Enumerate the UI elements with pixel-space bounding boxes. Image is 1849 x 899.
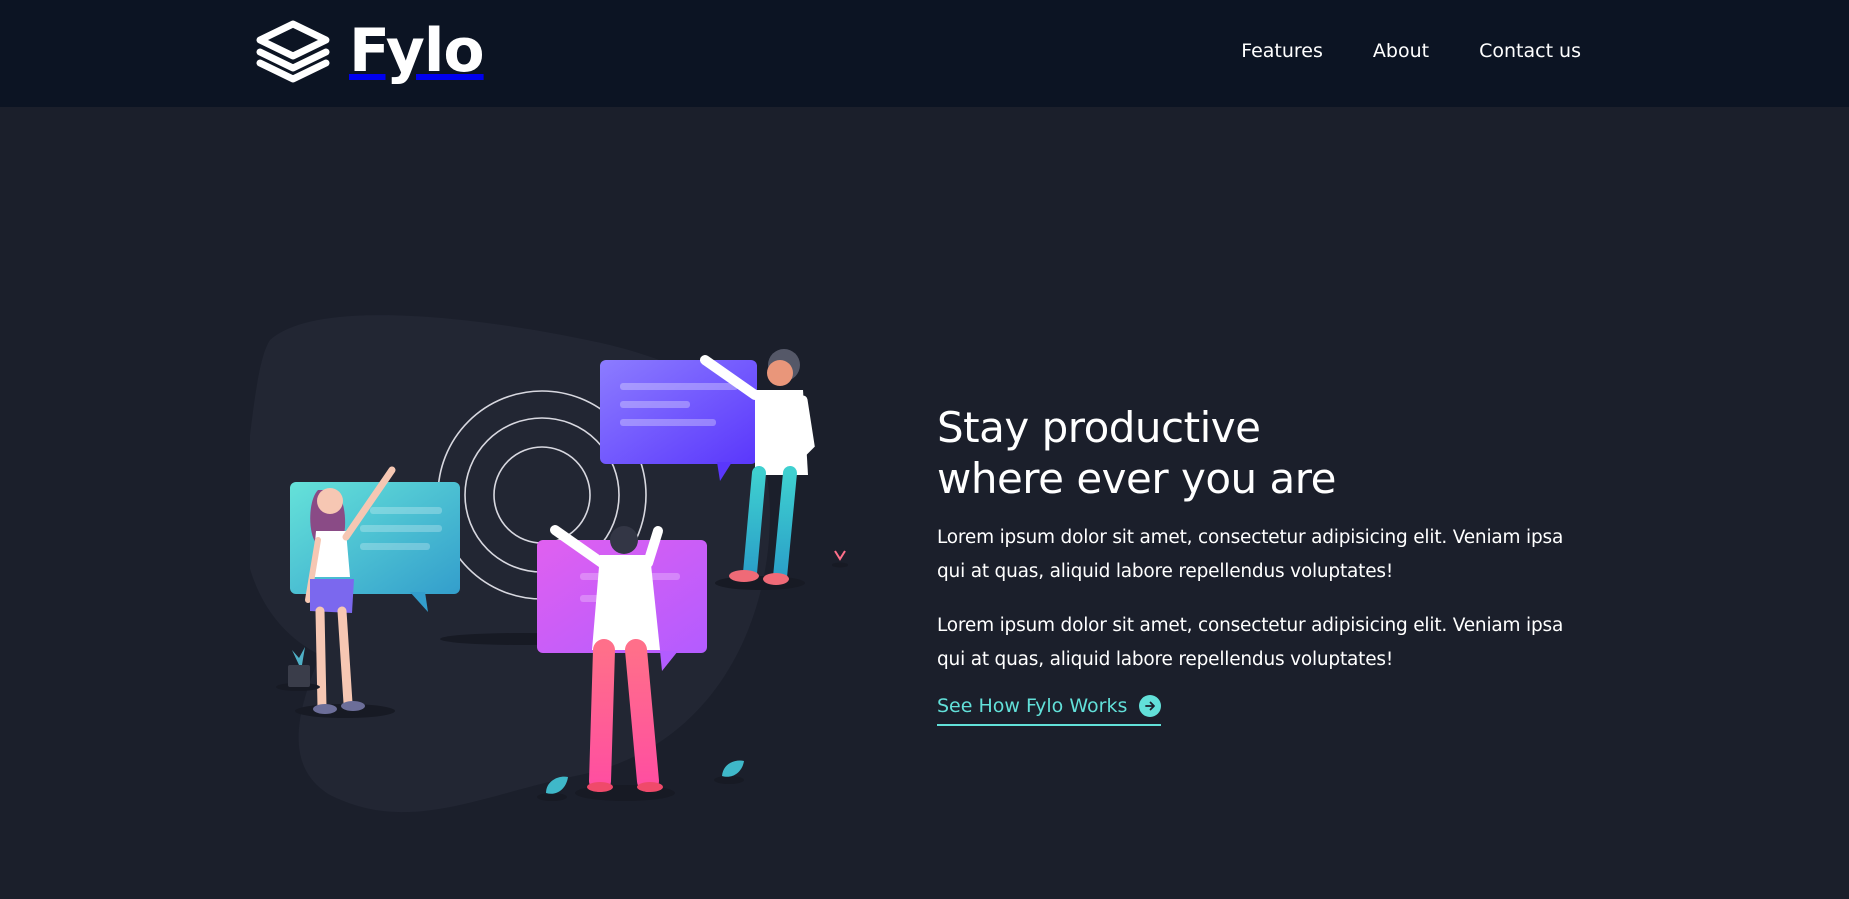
nav-link-about[interactable]: About: [1373, 39, 1429, 63]
site-header: Fylo Features About Contact us: [0, 0, 1849, 107]
see-how-fylo-works-link[interactable]: See How Fylo Works: [937, 693, 1162, 726]
hero-paragraph-2: Lorem ipsum dolor sit amet, consectetur …: [937, 615, 1564, 670]
nav-link-contact[interactable]: Contact us: [1479, 39, 1581, 63]
brand-name: Fylo: [349, 16, 485, 86]
main-nav: Features About Contact us: [1241, 39, 1581, 63]
layers-icon: [256, 20, 330, 83]
cta-label: See How Fylo Works: [937, 695, 1128, 717]
hero-title: Stay productive where ever you are: [937, 402, 1587, 504]
logo-link[interactable]: Fylo: [255, 16, 485, 86]
hero-content: Stay productive where ever you are Lorem…: [937, 402, 1587, 726]
hero-title-line-1: Stay productive: [937, 403, 1261, 452]
nav-link-features[interactable]: Features: [1241, 39, 1323, 63]
hero-paragraph-1: Lorem ipsum dolor sit amet, consectetur …: [937, 527, 1564, 582]
plant-decoration: [276, 647, 320, 691]
hero-illustration: [250, 315, 848, 813]
arrow-right-circle-icon: [1139, 695, 1162, 717]
hero-title-line-2: where ever you are: [937, 454, 1336, 503]
